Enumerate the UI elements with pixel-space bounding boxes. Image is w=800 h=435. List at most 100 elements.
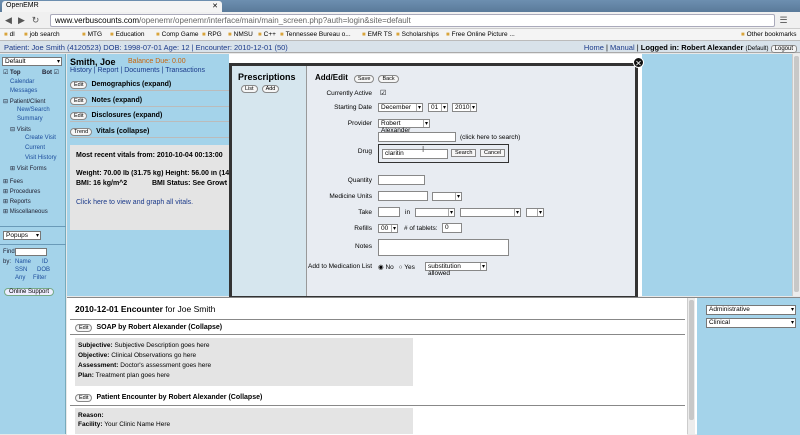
bookmark-emr-ts[interactable]: EMR TS [362, 31, 392, 38]
bookmark-job-search[interactable]: job search [24, 31, 60, 38]
medicine-units-input[interactable] [378, 191, 428, 201]
drug-search-button[interactable]: Search [451, 149, 477, 157]
nav-patient-client[interactable]: ⊟ Patient/Client [3, 98, 45, 105]
bookmark-tennessee[interactable]: Tennessee Bureau o... [280, 31, 351, 38]
nav-new-search[interactable]: New/Search [17, 107, 50, 113]
url-input[interactable]: www.verbuscounts.com/openemr/openemr/int… [50, 14, 775, 27]
soap-edit-button[interactable]: Edit [75, 324, 93, 332]
find-filter[interactable]: Filter [33, 275, 46, 281]
logout-button[interactable]: Logout [770, 45, 797, 53]
clinical-select[interactable]: Clinical [706, 318, 796, 328]
manual-link[interactable]: Manual [610, 43, 635, 52]
back-button[interactable]: Back [378, 75, 399, 83]
bookmark-free-online-picture[interactable]: Free Online Picture ... [446, 31, 515, 38]
tablets-input[interactable]: 0 [442, 223, 462, 233]
layout-select[interactable]: Default [2, 57, 62, 66]
nav-current[interactable]: Current [25, 145, 45, 151]
nav-messages[interactable]: Messages [10, 88, 37, 94]
close-tab-icon[interactable]: ✕ [212, 2, 218, 10]
notes-title[interactable]: Notes (expand) [91, 97, 142, 104]
bookmark-dl[interactable]: dl [4, 31, 15, 38]
substitution-select[interactable]: substitution allowed [425, 262, 487, 277]
nav-procedures[interactable]: ⊞ Procedures [3, 188, 40, 195]
radio-no[interactable]: ◉ No [378, 264, 394, 271]
notes-edit-button[interactable]: Edit [70, 97, 88, 105]
nav-create-visit[interactable]: Create Visit [25, 135, 56, 141]
vitals-graph-link[interactable]: Click here to view and graph all vitals. [76, 199, 193, 206]
address-bar-area: ◀ ▶ ↻ www.verbuscounts.com/openemr/opene… [0, 12, 800, 29]
notes-textarea[interactable] [378, 239, 509, 256]
administrative-select[interactable]: Administrative [706, 305, 796, 315]
top-checkbox-label[interactable]: ☑ Top [3, 69, 21, 76]
radio-yes[interactable]: ○ Yes [399, 264, 415, 271]
bookmark-cpp[interactable]: C++ [258, 31, 276, 38]
drug-display-input[interactable] [378, 132, 456, 142]
home-link[interactable]: Home [584, 43, 604, 52]
bookmark-other[interactable]: Other bookmarks [741, 31, 797, 38]
nav-calendar[interactable]: Calendar [10, 79, 34, 85]
list-button[interactable]: List [241, 85, 258, 93]
start-year-select[interactable]: 2010 [452, 103, 477, 112]
find-input[interactable] [15, 248, 47, 256]
bookmark-rpg[interactable]: RPG [202, 31, 222, 38]
text-cursor-icon: I [422, 145, 425, 154]
patient-links[interactable]: History | Report | Documents | Transacti… [70, 67, 205, 74]
forward-icon[interactable]: ▶ [16, 15, 27, 26]
vitals-title[interactable]: Vitals (collapse) [96, 128, 149, 135]
demographics-title[interactable]: Demographics (expand) [91, 81, 171, 88]
vitals-trend-button[interactable]: Trend [70, 128, 93, 136]
top-frame-scrollbar[interactable] [792, 54, 800, 296]
find-by-ssn[interactable]: SSN [15, 267, 27, 273]
click-to-search-link[interactable]: (click here to search) [460, 134, 520, 141]
medicine-units-select[interactable] [432, 192, 462, 201]
demographics-edit-button[interactable]: Edit [70, 81, 88, 89]
page-menu-icon[interactable]: ☰ [778, 15, 789, 26]
find-by-dob[interactable]: DOB [37, 267, 50, 273]
bot-checkbox-label[interactable]: Bot ☑ [42, 69, 59, 76]
provider-select[interactable]: Robert Alexander [378, 119, 430, 134]
quantity-input[interactable] [378, 175, 425, 185]
find-by-name[interactable]: Name [15, 259, 31, 265]
drug-search-input[interactable]: claritin [382, 149, 448, 159]
back-icon[interactable]: ◀ [3, 15, 14, 26]
browser-tab[interactable]: OpenEMR ✕ [2, 1, 222, 12]
drug-cancel-button[interactable]: Cancel [480, 149, 506, 157]
pe-edit-button[interactable]: Edit [75, 394, 93, 402]
nav-visits[interactable]: ⊟ Visits [10, 126, 31, 133]
disclosures-title[interactable]: Disclosures (expand) [91, 112, 162, 119]
popups-select[interactable]: Popups [3, 231, 41, 240]
addedit-title: Add/Edit [315, 73, 348, 82]
bookmark-education[interactable]: Education [110, 31, 145, 38]
bookmark-mtg[interactable]: MTG [82, 31, 102, 38]
start-month-select[interactable]: December [378, 103, 423, 112]
bookmark-nmsu[interactable]: NMSU [228, 31, 253, 38]
start-day-select[interactable]: 01 [428, 103, 448, 112]
bookmark-scholarships[interactable]: Scholarships [396, 31, 439, 38]
nav-fees[interactable]: ⊞ Fees [3, 178, 23, 185]
add-button[interactable]: Add [261, 85, 280, 93]
online-support-button[interactable]: Online Support [4, 288, 55, 296]
save-button[interactable]: Save [353, 75, 375, 83]
take-interval-select[interactable] [526, 208, 544, 217]
nav-reports[interactable]: ⊞ Reports [3, 198, 31, 205]
take-form-select[interactable] [415, 208, 455, 217]
take-route-select[interactable] [460, 208, 521, 217]
take-input[interactable] [378, 207, 400, 217]
nav-visit-history[interactable]: Visit History [25, 155, 57, 161]
close-dialog-icon[interactable]: ✕ [633, 57, 644, 68]
nav-summary[interactable]: Summary [17, 116, 43, 122]
disclosures-edit-button[interactable]: Edit [70, 112, 88, 120]
reload-icon[interactable]: ↻ [30, 15, 41, 26]
pe-title[interactable]: Patient Encounter by Robert Alexander (C… [96, 394, 262, 401]
encounter-scrollbar[interactable] [687, 298, 695, 434]
nav-miscellaneous[interactable]: ⊞ Miscellaneous [3, 208, 48, 215]
nav-visit-forms[interactable]: ⊞ Visit Forms [10, 165, 47, 172]
refills-label: Refills [354, 225, 372, 232]
currently-active-checkbox[interactable]: ☑ [380, 89, 386, 97]
refills-select[interactable]: 00 [378, 224, 398, 233]
find-by-any[interactable]: Any [15, 275, 25, 281]
soap-title[interactable]: SOAP by Robert Alexander (Collapse) [96, 324, 222, 331]
find-by-id[interactable]: ID [42, 259, 48, 265]
patient-info[interactable]: Patient: Joe Smith (4120523) DOB: 1998-0… [4, 43, 288, 52]
bookmark-comp-game[interactable]: Comp Game [156, 31, 199, 38]
